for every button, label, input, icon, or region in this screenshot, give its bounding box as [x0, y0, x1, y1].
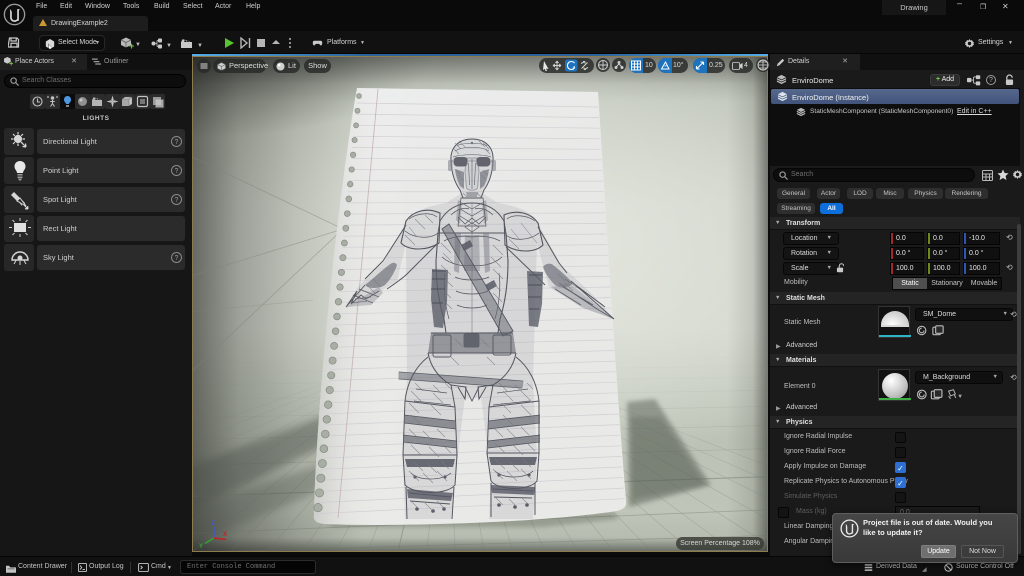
svg-text:▼: ▼ [197, 43, 203, 49]
svg-text:Z: Z [211, 521, 215, 527]
svg-text:Y: Y [199, 544, 203, 550]
svg-text:+: + [129, 41, 134, 50]
svg-text:▼: ▼ [166, 43, 172, 49]
svg-text:▼: ▼ [957, 394, 963, 400]
svg-text:▼: ▼ [135, 42, 141, 48]
svg-text:X: X [223, 532, 227, 538]
svg-text:+: + [9, 59, 14, 67]
